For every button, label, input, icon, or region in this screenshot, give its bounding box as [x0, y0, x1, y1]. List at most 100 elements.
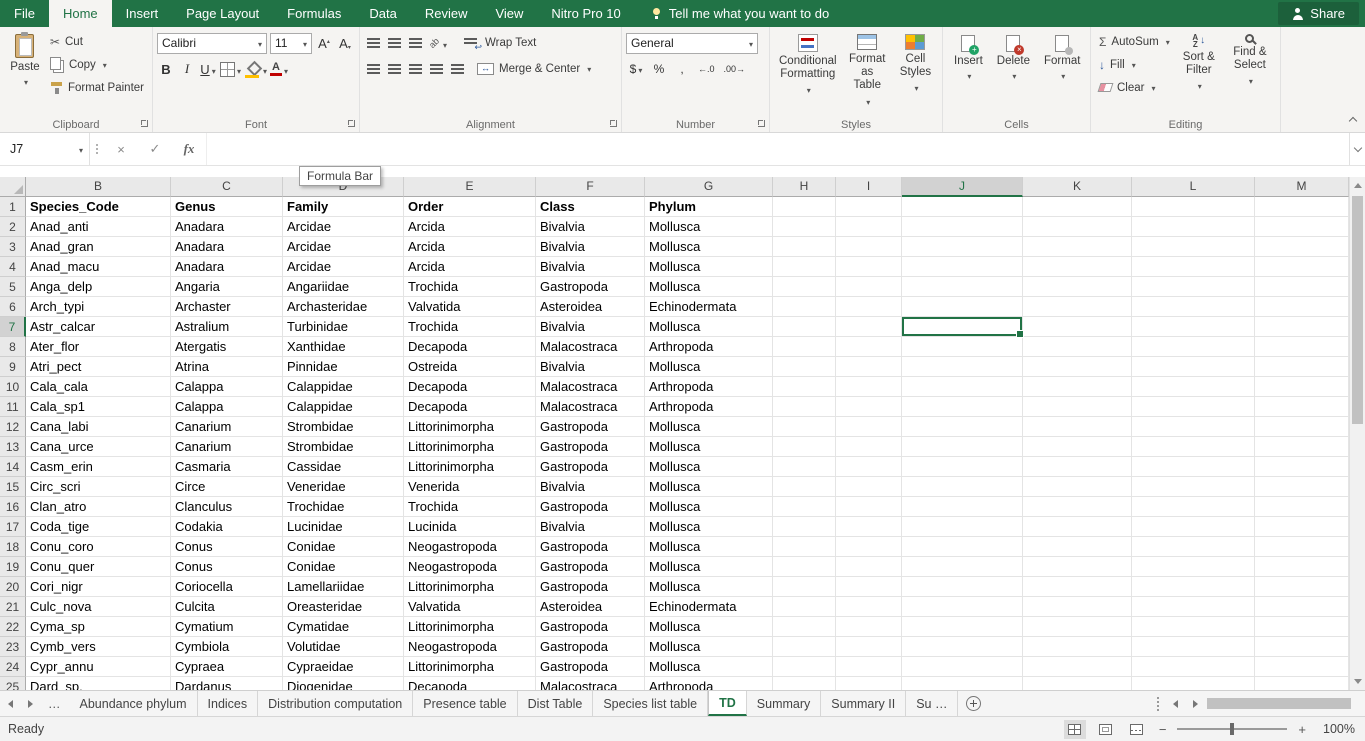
cell-M15[interactable]: [1255, 477, 1349, 497]
cell-J4[interactable]: [902, 257, 1023, 277]
row-header-24[interactable]: 24: [0, 657, 26, 677]
cell-B1[interactable]: Species_Code: [26, 197, 171, 217]
cell-D20[interactable]: Lamellariidae: [283, 577, 404, 597]
cell-E4[interactable]: Arcida: [404, 257, 536, 277]
cell-J9[interactable]: [902, 357, 1023, 377]
percent-style-button[interactable]: %: [649, 58, 669, 80]
name-box-dropdown-arrow[interactable]: [77, 142, 83, 156]
copy-button[interactable]: Copy: [46, 53, 148, 76]
cell-G2[interactable]: Mollusca: [645, 217, 773, 237]
ribbon-tab-review[interactable]: Review: [411, 0, 482, 27]
sheet-tab-overflow[interactable]: …: [40, 691, 70, 716]
cell-M11[interactable]: [1255, 397, 1349, 417]
cell-L4[interactable]: [1132, 257, 1255, 277]
sheet-tab-su[interactable]: Su …: [906, 691, 959, 716]
cell-G16[interactable]: Mollusca: [645, 497, 773, 517]
cell-H23[interactable]: [773, 637, 836, 657]
zoom-in-button[interactable]: +: [1296, 722, 1308, 737]
sheet-nav-right-button[interactable]: [20, 691, 40, 716]
cell-D16[interactable]: Trochidae: [283, 497, 404, 517]
cell-L18[interactable]: [1132, 537, 1255, 557]
cell-M18[interactable]: [1255, 537, 1349, 557]
cell-C14[interactable]: Casmaria: [171, 457, 283, 477]
ribbon-tab-page-layout[interactable]: Page Layout: [172, 0, 273, 27]
cell-C11[interactable]: Calappa: [171, 397, 283, 417]
zoom-slider-thumb[interactable]: [1230, 723, 1235, 735]
cell-C24[interactable]: Cypraea: [171, 657, 283, 677]
column-header-H[interactable]: H: [773, 177, 836, 197]
cell-M22[interactable]: [1255, 617, 1349, 637]
cell-F23[interactable]: Gastropoda: [536, 637, 645, 657]
cell-F15[interactable]: Bivalvia: [536, 477, 645, 497]
cell-I10[interactable]: [836, 377, 902, 397]
cell-L19[interactable]: [1132, 557, 1255, 577]
font-color-button[interactable]: A: [270, 59, 288, 79]
cell-G14[interactable]: Mollusca: [645, 457, 773, 477]
decrease-indent-button[interactable]: [427, 59, 445, 79]
orientation-button[interactable]: ab: [427, 33, 447, 53]
cell-J18[interactable]: [902, 537, 1023, 557]
column-header-L[interactable]: L: [1132, 177, 1255, 197]
vertical-scroll-thumb[interactable]: [1352, 196, 1363, 424]
cell-K15[interactable]: [1023, 477, 1132, 497]
tell-me-box[interactable]: Tell me what you want to do: [639, 0, 841, 27]
cell-E15[interactable]: Venerida: [404, 477, 536, 497]
cell-J16[interactable]: [902, 497, 1023, 517]
cell-C19[interactable]: Conus: [171, 557, 283, 577]
cell-H3[interactable]: [773, 237, 836, 257]
cell-L7[interactable]: [1132, 317, 1255, 337]
cell-D17[interactable]: Lucinidae: [283, 517, 404, 537]
sheet-tab-indices[interactable]: Indices: [198, 691, 259, 716]
cell-D15[interactable]: Veneridae: [283, 477, 404, 497]
comma-style-button[interactable]: ,: [672, 58, 692, 80]
format-as-table-button[interactable]: Format as Table: [842, 30, 893, 114]
decrease-decimal-button[interactable]: .00→: [721, 58, 749, 80]
cell-K2[interactable]: [1023, 217, 1132, 237]
cell-L13[interactable]: [1132, 437, 1255, 457]
cell-K17[interactable]: [1023, 517, 1132, 537]
cell-E5[interactable]: Trochida: [404, 277, 536, 297]
delete-cells-button[interactable]: Delete: [990, 30, 1037, 114]
cell-C22[interactable]: Cymatium: [171, 617, 283, 637]
cell-H12[interactable]: [773, 417, 836, 437]
cell-B22[interactable]: Cyma_sp: [26, 617, 171, 637]
cell-M2[interactable]: [1255, 217, 1349, 237]
cell-J23[interactable]: [902, 637, 1023, 657]
cell-I11[interactable]: [836, 397, 902, 417]
cell-I25[interactable]: [836, 677, 902, 690]
cell-F19[interactable]: Gastropoda: [536, 557, 645, 577]
ribbon-tab-home[interactable]: Home: [48, 0, 112, 27]
cell-I21[interactable]: [836, 597, 902, 617]
cell-E6[interactable]: Valvatida: [404, 297, 536, 317]
cell-H7[interactable]: [773, 317, 836, 337]
row-header-20[interactable]: 20: [0, 577, 26, 597]
cell-J14[interactable]: [902, 457, 1023, 477]
cell-L2[interactable]: [1132, 217, 1255, 237]
cell-E9[interactable]: Ostreida: [404, 357, 536, 377]
cell-D5[interactable]: Angariidae: [283, 277, 404, 297]
cell-M13[interactable]: [1255, 437, 1349, 457]
sort-filter-button[interactable]: A Z ↓ Sort & Filter: [1174, 30, 1224, 114]
cell-G8[interactable]: Arthropoda: [645, 337, 773, 357]
cell-K25[interactable]: [1023, 677, 1132, 690]
cell-J24[interactable]: [902, 657, 1023, 677]
cell-J17[interactable]: [902, 517, 1023, 537]
cell-F10[interactable]: Malacostraca: [536, 377, 645, 397]
sheet-tab-species-list-table[interactable]: Species list table: [593, 691, 709, 716]
autosum-button[interactable]: Σ AutoSum: [1095, 30, 1174, 53]
cell-I4[interactable]: [836, 257, 902, 277]
fill-button[interactable]: ↓ Fill: [1095, 53, 1174, 76]
normal-view-button[interactable]: [1063, 719, 1086, 739]
cell-D23[interactable]: Volutidae: [283, 637, 404, 657]
cell-M12[interactable]: [1255, 417, 1349, 437]
cell-I2[interactable]: [836, 217, 902, 237]
cut-button[interactable]: ✂ Cut: [46, 30, 148, 53]
cell-G5[interactable]: Mollusca: [645, 277, 773, 297]
cell-D7[interactable]: Turbinidae: [283, 317, 404, 337]
cell-M25[interactable]: [1255, 677, 1349, 690]
cell-D8[interactable]: Xanthidae: [283, 337, 404, 357]
cell-C25[interactable]: Dardanus: [171, 677, 283, 690]
cell-H1[interactable]: [773, 197, 836, 217]
cell-L25[interactable]: [1132, 677, 1255, 690]
insert-function-icon[interactable]: fx: [172, 133, 206, 165]
